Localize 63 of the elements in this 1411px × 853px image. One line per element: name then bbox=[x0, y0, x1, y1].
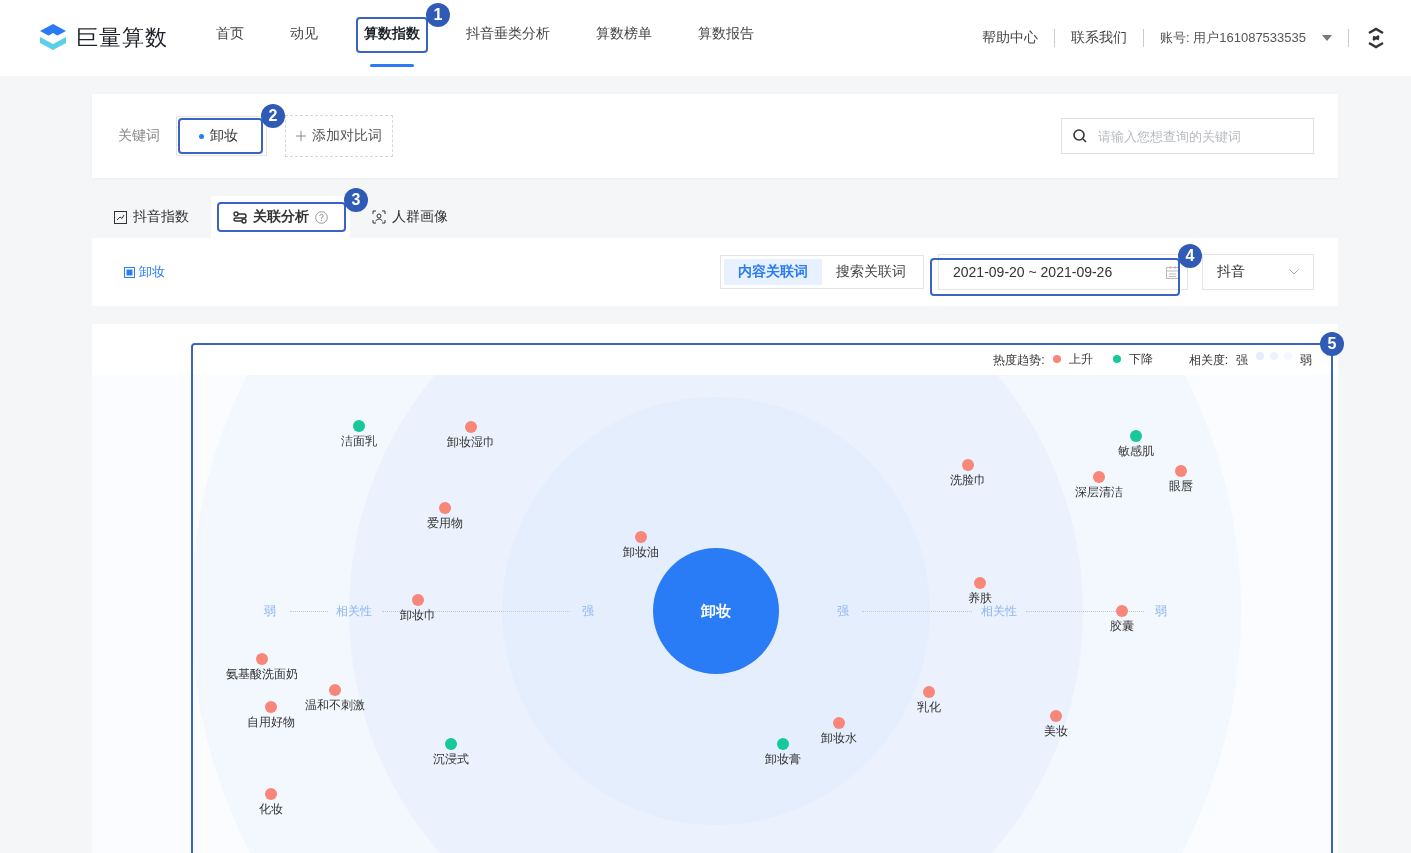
brand-name: 巨量算数 bbox=[76, 24, 168, 52]
step-badge: 5 bbox=[1320, 332, 1344, 356]
header-link[interactable]: 联系我们 bbox=[1071, 29, 1127, 47]
legend-title: 相关度: bbox=[1188, 352, 1228, 369]
related-keyword[interactable]: 敏感肌 bbox=[1118, 443, 1154, 460]
calendar-icon bbox=[1166, 265, 1179, 279]
chart-icon bbox=[114, 210, 127, 224]
related-keyword[interactable]: 洁面乳 bbox=[341, 433, 377, 450]
related-keyword[interactable]: 深层清洁 bbox=[1075, 484, 1123, 501]
related-keyword[interactable]: 卸妆湿巾 bbox=[447, 434, 495, 451]
nav-link[interactable]: 算数指数 bbox=[360, 9, 424, 67]
related-keyword[interactable]: 自用好物 bbox=[247, 714, 295, 731]
related-keyword[interactable]: 爱用物 bbox=[427, 515, 463, 532]
related-keyword[interactable]: 沉浸式 bbox=[433, 751, 469, 768]
keyword-label: 关键词 bbox=[118, 127, 160, 145]
nav-link[interactable]: 算数榜单 bbox=[592, 9, 656, 67]
axis-label: 强 bbox=[837, 602, 849, 620]
caret-icon[interactable] bbox=[1322, 35, 1332, 41]
related-keyword[interactable]: 卸妆水 bbox=[821, 730, 857, 747]
step-badge: 2 bbox=[261, 104, 285, 128]
account-name[interactable]: 账号: 用户161087533535 bbox=[1160, 29, 1306, 47]
search-icon bbox=[1073, 129, 1087, 143]
related-keyword[interactable]: 卸妆巾 bbox=[400, 607, 436, 624]
step-badge: 3 bbox=[344, 188, 368, 212]
header-link[interactable]: 帮助中心 bbox=[982, 29, 1038, 47]
keyword-legend[interactable]: 卸妆 bbox=[124, 263, 165, 281]
keyword-text: 卸妆 bbox=[210, 127, 238, 145]
related-keyword[interactable]: 化妆 bbox=[259, 801, 283, 818]
platform-select[interactable]: 抖音 bbox=[1202, 254, 1314, 290]
legend-label: 下降 bbox=[1128, 352, 1153, 366]
link-icon bbox=[233, 210, 247, 224]
step-badge: 4 bbox=[1178, 244, 1202, 268]
tab[interactable]: 抖音指数 bbox=[92, 196, 211, 238]
legend-title: 热度趋势: bbox=[993, 352, 1045, 369]
relevance-scale-icon bbox=[1256, 352, 1292, 360]
related-keyword[interactable]: 洗脸巾 bbox=[950, 472, 986, 489]
related-keyword[interactable]: 胶囊 bbox=[1110, 618, 1134, 635]
chevron-down-icon bbox=[1289, 269, 1299, 275]
related-keyword[interactable]: 眼唇 bbox=[1169, 478, 1193, 495]
legend-label: 弱 bbox=[1300, 352, 1312, 369]
people-icon bbox=[372, 210, 386, 224]
legend-label: 强 bbox=[1236, 352, 1248, 369]
highlight-frame bbox=[356, 17, 428, 53]
axis-label: 弱 bbox=[1155, 602, 1167, 620]
nav-link[interactable]: 首页 bbox=[212, 9, 248, 67]
legend-label: 上升 bbox=[1068, 352, 1093, 366]
nav-link[interactable]: 算数报告 bbox=[694, 9, 758, 67]
step-badge: 1 bbox=[426, 3, 450, 27]
related-keyword[interactable]: 氨基酸洗面奶 bbox=[226, 666, 298, 683]
nav-link[interactable]: 动见 bbox=[286, 9, 322, 67]
axis-label: 相关性 bbox=[336, 602, 372, 620]
related-keyword[interactable]: 乳化 bbox=[917, 699, 941, 716]
plus-icon bbox=[296, 131, 306, 141]
checkbox-icon bbox=[124, 266, 135, 278]
related-keyword[interactable]: 卸妆膏 bbox=[765, 751, 801, 768]
add-keyword-button[interactable]: 添加对比词 bbox=[285, 115, 393, 157]
axis-label: 弱 bbox=[264, 602, 276, 620]
nav-link[interactable]: 抖音垂类分析 bbox=[462, 9, 554, 67]
search-field[interactable]: 请输入您想查询的关键词 bbox=[1061, 118, 1314, 154]
axis-label: 相关性 bbox=[981, 603, 1017, 620]
axis-label: 强 bbox=[582, 602, 594, 620]
related-keyword[interactable]: 美妆 bbox=[1044, 723, 1068, 740]
related-keyword[interactable]: 温和不刺激 bbox=[305, 697, 365, 714]
